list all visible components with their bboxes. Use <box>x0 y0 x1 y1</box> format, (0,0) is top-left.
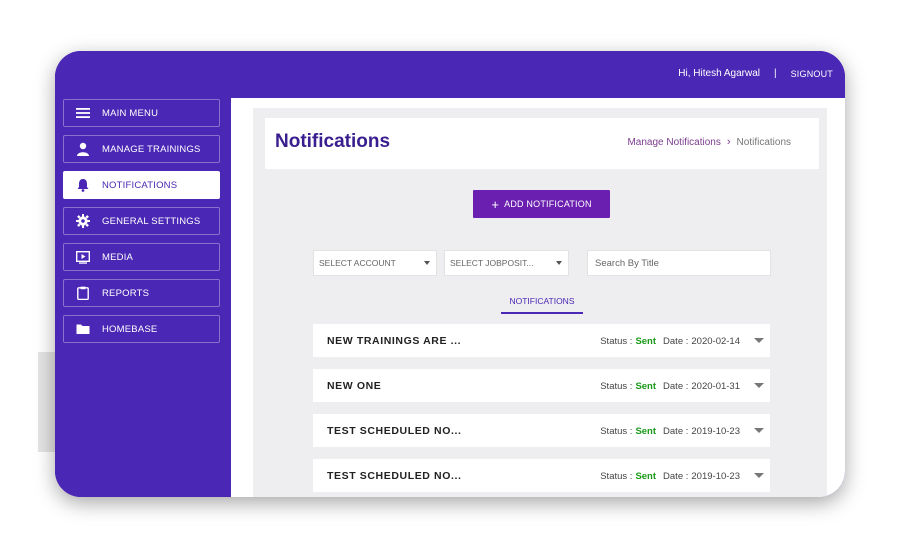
sidebar-item-reports[interactable]: REPORTS <box>63 279 220 307</box>
status-label: Status : <box>600 471 633 482</box>
sidebar-item-homebase[interactable]: HOMEBASE <box>63 315 220 343</box>
content-panel: Notifications Manage Notifications › Not… <box>253 108 827 497</box>
date-label: Date : <box>663 426 689 437</box>
page-title: Notifications <box>275 131 391 152</box>
sidebar-item-notifications[interactable]: NOTIFICATIONS <box>63 171 220 199</box>
chevron-right-icon: › <box>726 136 731 148</box>
expand-icon[interactable] <box>754 473 764 478</box>
caret-down-icon <box>424 261 430 265</box>
notification-row[interactable]: TEST SCHEDULED NO... Status : Sent Date … <box>313 459 770 492</box>
jobposition-select[interactable]: SELECT JOBPOSIT... <box>444 250 569 276</box>
breadcrumb: Manage Notifications › Notifications <box>627 136 791 148</box>
gear-icon <box>64 214 102 228</box>
date-label: Date : <box>663 381 689 392</box>
app-window: Hi, Hitesh Agarwal | SIGNOUT MAIN MENU M… <box>55 51 845 497</box>
signout-link[interactable]: SIGNOUT <box>791 69 833 79</box>
jobposition-select-value: SELECT JOBPOSIT... <box>450 258 534 268</box>
play-icon <box>64 250 102 264</box>
notification-row[interactable]: TEST SCHEDULED NO... Status : Sent Date … <box>313 414 770 447</box>
status-value: Sent <box>635 336 657 347</box>
notification-meta: Status : Sent Date : 2020-02-14 <box>600 336 740 347</box>
expand-icon[interactable] <box>754 338 764 343</box>
expand-icon[interactable] <box>754 383 764 388</box>
folder-icon <box>64 322 102 336</box>
add-notification-button[interactable]: + ADD NOTIFICATION <box>473 190 610 218</box>
notification-meta: Status : Sent Date : 2019-10-23 <box>600 471 740 482</box>
expand-icon[interactable] <box>754 428 764 433</box>
notification-row[interactable]: NEW TRAININGS ARE ... Status : Sent Date… <box>313 324 770 357</box>
clipboard-icon <box>64 286 102 300</box>
date-value: 2019-10-23 <box>691 426 740 437</box>
main-content: Notifications Manage Notifications › Not… <box>231 98 845 497</box>
notification-title: NEW TRAININGS ARE ... <box>327 335 462 347</box>
account-select[interactable]: SELECT ACCOUNT <box>313 250 437 276</box>
menu-icon <box>64 106 102 120</box>
notification-meta: Status : Sent Date : 2019-10-23 <box>600 426 740 437</box>
notification-title: TEST SCHEDULED NO... <box>327 425 462 437</box>
status-value: Sent <box>635 426 657 437</box>
notification-meta: Status : Sent Date : 2020-01-31 <box>600 381 740 392</box>
add-notification-label: ADD NOTIFICATION <box>504 199 592 209</box>
status-label: Status : <box>600 336 633 347</box>
date-value: 2020-02-14 <box>691 336 740 347</box>
status-label: Status : <box>600 426 633 437</box>
sidebar-item-label: NOTIFICATIONS <box>102 179 178 191</box>
sidebar-item-label: HOMEBASE <box>102 323 158 335</box>
notification-row[interactable]: NEW ONE Status : Sent Date : 2020-01-31 <box>313 369 770 402</box>
status-label: Status : <box>600 381 633 392</box>
sidebar-item-main-menu[interactable]: MAIN MENU <box>63 99 220 127</box>
user-greeting: Hi, Hitesh Agarwal <box>678 68 760 79</box>
plus-icon: + <box>491 196 500 212</box>
account-select-value: SELECT ACCOUNT <box>319 258 396 268</box>
sidebar-item-label: MAIN MENU <box>102 107 159 119</box>
tab-notifications[interactable]: NOTIFICATIONS <box>501 294 583 314</box>
sidebar-item-manage-trainings[interactable]: MANAGE TRAININGS <box>63 135 220 163</box>
sidebar-item-label: REPORTS <box>102 287 150 299</box>
top-bar: Hi, Hitesh Agarwal | SIGNOUT <box>55 51 845 98</box>
sidebar-item-general-settings[interactable]: GENERAL SETTINGS <box>63 207 220 235</box>
search-input[interactable] <box>587 250 771 276</box>
status-value: Sent <box>635 381 657 392</box>
sidebar-item-label: MEDIA <box>102 251 134 263</box>
topbar-separator: | <box>773 68 777 79</box>
date-value: 2019-10-23 <box>691 471 740 482</box>
page-header: Notifications Manage Notifications › Not… <box>265 118 819 169</box>
date-value: 2020-01-31 <box>691 381 740 392</box>
notification-title: TEST SCHEDULED NO... <box>327 470 462 482</box>
bell-icon <box>64 178 102 192</box>
sidebar-item-label: MANAGE TRAININGS <box>102 143 201 155</box>
breadcrumb-current: Notifications <box>736 136 791 148</box>
sidebar-item-label: GENERAL SETTINGS <box>102 215 201 227</box>
user-area: Hi, Hitesh Agarwal | SIGNOUT <box>678 68 833 79</box>
notification-title: NEW ONE <box>327 380 382 392</box>
status-value: Sent <box>635 471 657 482</box>
breadcrumb-link[interactable]: Manage Notifications <box>627 137 720 148</box>
caret-down-icon <box>556 261 562 265</box>
sidebar: MAIN MENU MANAGE TRAININGS NOTIFICATIONS… <box>55 98 231 497</box>
date-label: Date : <box>663 336 689 347</box>
sidebar-item-media[interactable]: MEDIA <box>63 243 220 271</box>
date-label: Date : <box>663 471 689 482</box>
user-icon <box>64 142 102 156</box>
